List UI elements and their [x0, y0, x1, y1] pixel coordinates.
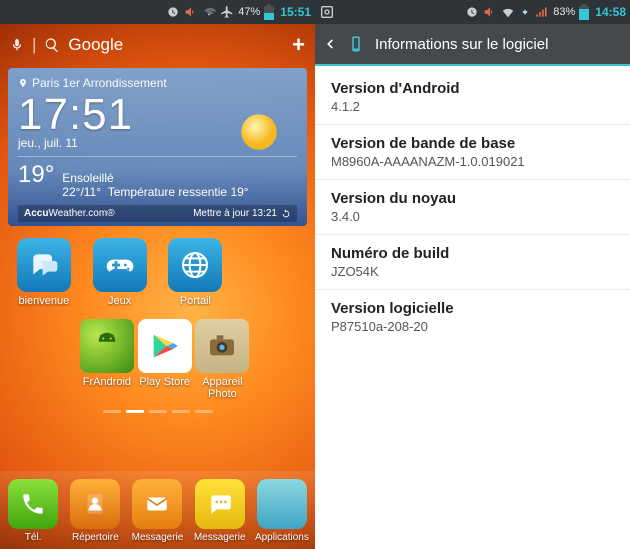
app-jeux[interactable]: Jeux — [82, 238, 158, 307]
item-software-version[interactable]: Version logicielle P87510a-208-20 — [315, 290, 630, 344]
dock-label: Messagerie — [132, 532, 184, 543]
airplane-icon — [220, 5, 234, 19]
battery-icon — [264, 4, 274, 20]
volume-icon — [483, 5, 497, 19]
settings-screen: 83% 14:58 Informations sur le logiciel V… — [315, 0, 630, 549]
app-label: Appareil Photo — [194, 376, 252, 400]
search-icon[interactable] — [44, 37, 60, 53]
battery-percent: 47% — [238, 6, 260, 18]
item-key: Version de bande de base — [331, 135, 614, 152]
item-key: Version du noyau — [331, 190, 614, 207]
weather-update[interactable]: Mettre à jour 13:21 — [193, 208, 291, 219]
weather-temp-row: 19° Ensoleillé 22°/11° Température resse… — [18, 161, 297, 199]
android-icon — [80, 319, 134, 373]
item-value: P87510a-208-20 — [331, 319, 614, 334]
weather-feels: Température ressentie 19° — [108, 185, 249, 199]
add-icon[interactable]: + — [292, 32, 305, 58]
item-kernel[interactable]: Version du noyau 3.4.0 — [315, 180, 630, 235]
sun-icon — [225, 98, 293, 166]
chat-icon — [17, 238, 71, 292]
item-key: Numéro de build — [331, 245, 614, 262]
app-bienvenue[interactable]: bienvenue — [6, 238, 82, 307]
item-build[interactable]: Numéro de build JZO54K — [315, 235, 630, 290]
weather-condition: Ensoleillé — [62, 171, 248, 185]
weather-location: Paris 1er Arrondissement — [32, 76, 167, 90]
item-android-version[interactable]: Version d'Android 4.1.2 — [315, 70, 630, 125]
app-camera[interactable]: Appareil Photo — [194, 319, 252, 400]
status-clock: 14:58 — [595, 5, 626, 19]
location-pin-icon — [18, 78, 28, 88]
dock-contacts[interactable]: Répertoire — [64, 479, 126, 543]
app-row-2: FrAndroid Play Store Appareil Photo — [0, 315, 315, 400]
app-playstore[interactable]: Play Store — [136, 319, 194, 400]
settings-panel: Informations sur le logiciel Version d'A… — [315, 24, 630, 549]
app-frandroid[interactable]: FrAndroid — [78, 319, 136, 400]
data-icon — [519, 5, 531, 19]
settings-list: Version d'Android 4.1.2 Version de bande… — [315, 66, 630, 348]
playstore-icon — [138, 319, 192, 373]
search-separator: | — [32, 35, 36, 55]
phone-icon — [8, 479, 58, 529]
search-label: Google — [68, 35, 123, 55]
dock-label: Tél. — [25, 532, 42, 543]
status-clock: 15:51 — [280, 5, 311, 19]
battery-icon — [579, 4, 589, 20]
dock-label: Répertoire — [72, 532, 119, 543]
weather-brand: AccuWeather.com® — [24, 208, 115, 219]
alarm-icon — [465, 5, 479, 19]
dock: Tél. Répertoire Messagerie Messagerie Ap… — [0, 471, 315, 549]
item-value: M8960A-AAAANAZM-1.0.019021 — [331, 154, 614, 169]
item-value: JZO54K — [331, 264, 614, 279]
dock-label: Messagerie — [194, 532, 246, 543]
settings-header[interactable]: Informations sur le logiciel — [315, 24, 630, 66]
volume-icon — [184, 5, 198, 19]
settings-title: Informations sur le logiciel — [375, 36, 548, 53]
weather-widget[interactable]: Paris 1er Arrondissement 17:51 jeu., jui… — [8, 68, 307, 226]
voice-icon[interactable] — [10, 36, 24, 54]
page-indicator[interactable] — [0, 406, 315, 416]
dock-sms[interactable]: Messagerie — [189, 479, 251, 543]
camera-icon — [195, 319, 249, 373]
weather-time: 17:51 — [18, 90, 133, 140]
apps-grid-icon — [257, 479, 307, 529]
envelope-icon — [132, 479, 182, 529]
home-wallpaper[interactable]: | Google + Paris 1er Arrondissement 17:5… — [0, 24, 315, 549]
quickmemo-icon[interactable] — [319, 4, 335, 20]
back-icon[interactable] — [323, 35, 337, 53]
item-baseband[interactable]: Version de bande de base M8960A-AAAANAZM… — [315, 125, 630, 180]
wifi-icon — [501, 5, 515, 19]
dock-apps[interactable]: Applications — [251, 479, 313, 543]
item-key: Version logicielle — [331, 300, 614, 317]
app-row-1: bienvenue Jeux Portail — [0, 234, 315, 307]
app-label: Play Store — [139, 376, 190, 388]
item-value: 4.1.2 — [331, 99, 614, 114]
app-label: FrAndroid — [83, 376, 131, 388]
search-bar[interactable]: | Google + — [0, 24, 315, 66]
contacts-icon — [70, 479, 120, 529]
alarm-icon — [166, 5, 180, 19]
message-icon — [195, 479, 245, 529]
app-label: Jeux — [108, 295, 131, 307]
dock-phone[interactable]: Tél. — [2, 479, 64, 543]
signal-icon — [535, 5, 549, 19]
app-label: bienvenue — [18, 295, 69, 307]
weather-location-row: Paris 1er Arrondissement — [18, 76, 297, 90]
battery-percent: 83% — [553, 6, 575, 18]
about-phone-icon — [347, 35, 365, 53]
app-label: Portail — [180, 295, 211, 307]
status-bar-right: 83% 14:58 — [315, 0, 630, 24]
home-screen: 47% 15:51 | Google + Paris 1er Arrondiss… — [0, 0, 315, 549]
wifi-icon — [202, 5, 216, 19]
globe-icon — [168, 238, 222, 292]
weather-hilo: 22°/11° — [62, 185, 101, 199]
app-portail[interactable]: Portail — [158, 238, 234, 307]
gamepad-icon — [93, 238, 147, 292]
dock-messaging[interactable]: Messagerie — [126, 479, 188, 543]
item-key: Version d'Android — [331, 80, 614, 97]
item-value: 3.4.0 — [331, 209, 614, 224]
weather-temp: 19° — [18, 161, 54, 189]
dock-label: Applications — [255, 532, 309, 543]
status-bar-left: 47% 15:51 — [0, 0, 315, 24]
